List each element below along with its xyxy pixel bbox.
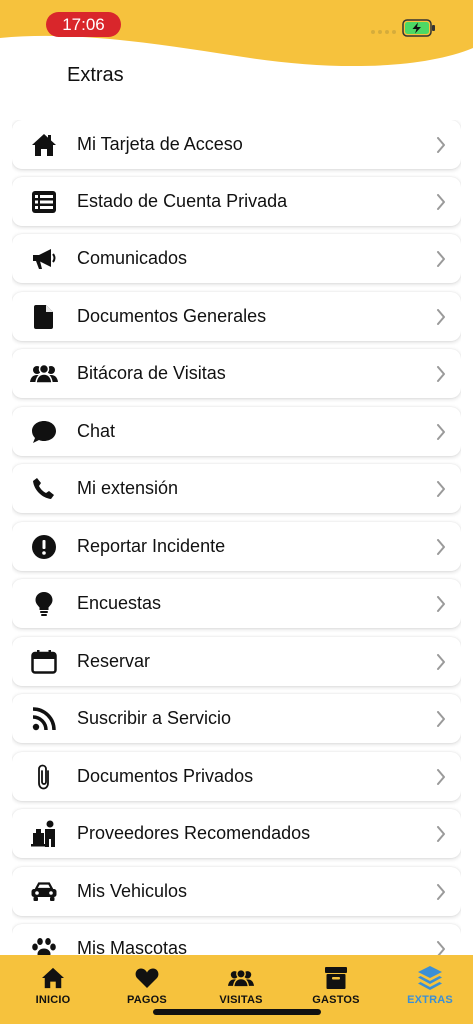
- menu-item-reservar[interactable]: Reservar: [12, 637, 461, 686]
- menu-item-comunicados[interactable]: Comunicados: [12, 234, 461, 283]
- chevron-right-icon: [437, 596, 445, 612]
- rss-icon: [30, 706, 58, 732]
- calendar-icon: [30, 649, 58, 675]
- tab-label: EXTRAS: [407, 994, 453, 1006]
- alert-icon: [30, 534, 58, 560]
- chevron-right-icon: [437, 137, 445, 153]
- menu-item-mi-extension[interactable]: Mi extensión: [12, 464, 461, 513]
- menu-item-label: Reservar: [77, 651, 151, 671]
- tab-extras[interactable]: EXTRAS: [390, 965, 470, 1006]
- extras-menu-list: Mi Tarjeta de Acceso Estado de Cuenta Pr…: [12, 120, 461, 955]
- menu-item-chat[interactable]: Chat: [12, 407, 461, 456]
- menu-item-label: Mis Mascotas: [77, 938, 188, 955]
- car-icon: [30, 879, 58, 905]
- layers-icon: [390, 965, 470, 991]
- menu-item-label: Estado de Cuenta Privada: [77, 191, 288, 211]
- chevron-right-icon: [437, 769, 445, 785]
- supplier-icon: [30, 820, 58, 847]
- menu-item-label: Documentos Generales: [77, 306, 267, 326]
- lightbulb-icon: [30, 591, 58, 617]
- menu-item-label: Reportar Incidente: [77, 536, 226, 556]
- chat-icon: [30, 419, 58, 445]
- menu-item-estado-cuenta[interactable]: Estado de Cuenta Privada: [12, 177, 461, 226]
- archive-icon: [296, 965, 376, 991]
- menu-item-suscribir-servicio[interactable]: Suscribir a Servicio: [12, 694, 461, 743]
- home-icon: [13, 965, 93, 991]
- page-title: Extras: [67, 64, 124, 86]
- battery-icon: [402, 19, 435, 37]
- menu-item-documentos-privados[interactable]: Documentos Privados: [12, 752, 461, 801]
- paperclip-icon: [30, 764, 58, 790]
- tab-gastos[interactable]: GASTOS: [296, 965, 376, 1006]
- menu-item-label: Suscribir a Servicio: [77, 708, 232, 728]
- menu-item-documentos-generales[interactable]: Documentos Generales: [12, 292, 461, 341]
- tab-pagos[interactable]: PAGOS: [107, 965, 187, 1006]
- users-icon: [30, 361, 58, 387]
- tab-visitas[interactable]: VISITAS: [201, 965, 281, 1006]
- chevron-right-icon: [437, 941, 445, 955]
- list-icon: [30, 189, 58, 215]
- menu-item-label: Mi Tarjeta de Acceso: [77, 134, 243, 154]
- chevron-right-icon: [437, 654, 445, 670]
- phone-icon: [30, 476, 58, 502]
- menu-item-label: Documentos Privados: [77, 766, 254, 786]
- chevron-right-icon: [437, 194, 445, 210]
- heart-icon: [107, 965, 187, 991]
- tab-label: INICIO: [35, 994, 71, 1006]
- document-icon: [30, 304, 58, 330]
- home-indicator: [153, 1009, 321, 1015]
- chevron-right-icon: [437, 826, 445, 842]
- megaphone-icon: [30, 246, 58, 272]
- users-icon: [201, 965, 281, 991]
- tab-label: VISITAS: [219, 994, 263, 1006]
- chevron-right-icon: [437, 309, 445, 325]
- menu-item-mis-vehiculos[interactable]: Mis Vehiculos: [12, 867, 461, 916]
- chevron-right-icon: [437, 366, 445, 382]
- menu-item-tarjeta-acceso[interactable]: Mi Tarjeta de Acceso: [12, 120, 461, 169]
- menu-item-label: Encuestas: [77, 593, 162, 613]
- tab-label: GASTOS: [312, 994, 360, 1006]
- menu-item-bitacora-visitas[interactable]: Bitácora de Visitas: [12, 349, 461, 398]
- chevron-right-icon: [437, 711, 445, 727]
- menu-item-label: Chat: [77, 421, 116, 441]
- menu-item-label: Bitácora de Visitas: [77, 363, 226, 383]
- chevron-right-icon: [437, 424, 445, 440]
- signal-icon: [371, 30, 396, 34]
- home-icon: [30, 132, 58, 158]
- menu-item-label: Proveedores Recomendados: [77, 823, 311, 843]
- menu-item-reportar-incidente[interactable]: Reportar Incidente: [12, 522, 461, 571]
- paw-icon: [30, 936, 58, 955]
- menu-item-mis-mascotas[interactable]: Mis Mascotas: [12, 924, 461, 955]
- tab-inicio[interactable]: INICIO: [13, 965, 93, 1006]
- menu-item-label: Mis Vehiculos: [77, 881, 188, 901]
- menu-item-label: Comunicados: [77, 248, 188, 268]
- menu-item-label: Mi extensión: [77, 478, 179, 498]
- chevron-right-icon: [437, 251, 445, 267]
- menu-item-encuestas[interactable]: Encuestas: [12, 579, 461, 628]
- chevron-right-icon: [437, 539, 445, 555]
- chevron-right-icon: [437, 884, 445, 900]
- tab-label: PAGOS: [127, 994, 167, 1006]
- menu-item-proveedores-recomendados[interactable]: Proveedores Recomendados: [12, 809, 461, 858]
- chevron-right-icon: [437, 481, 445, 497]
- status-time: 17:06: [46, 12, 121, 37]
